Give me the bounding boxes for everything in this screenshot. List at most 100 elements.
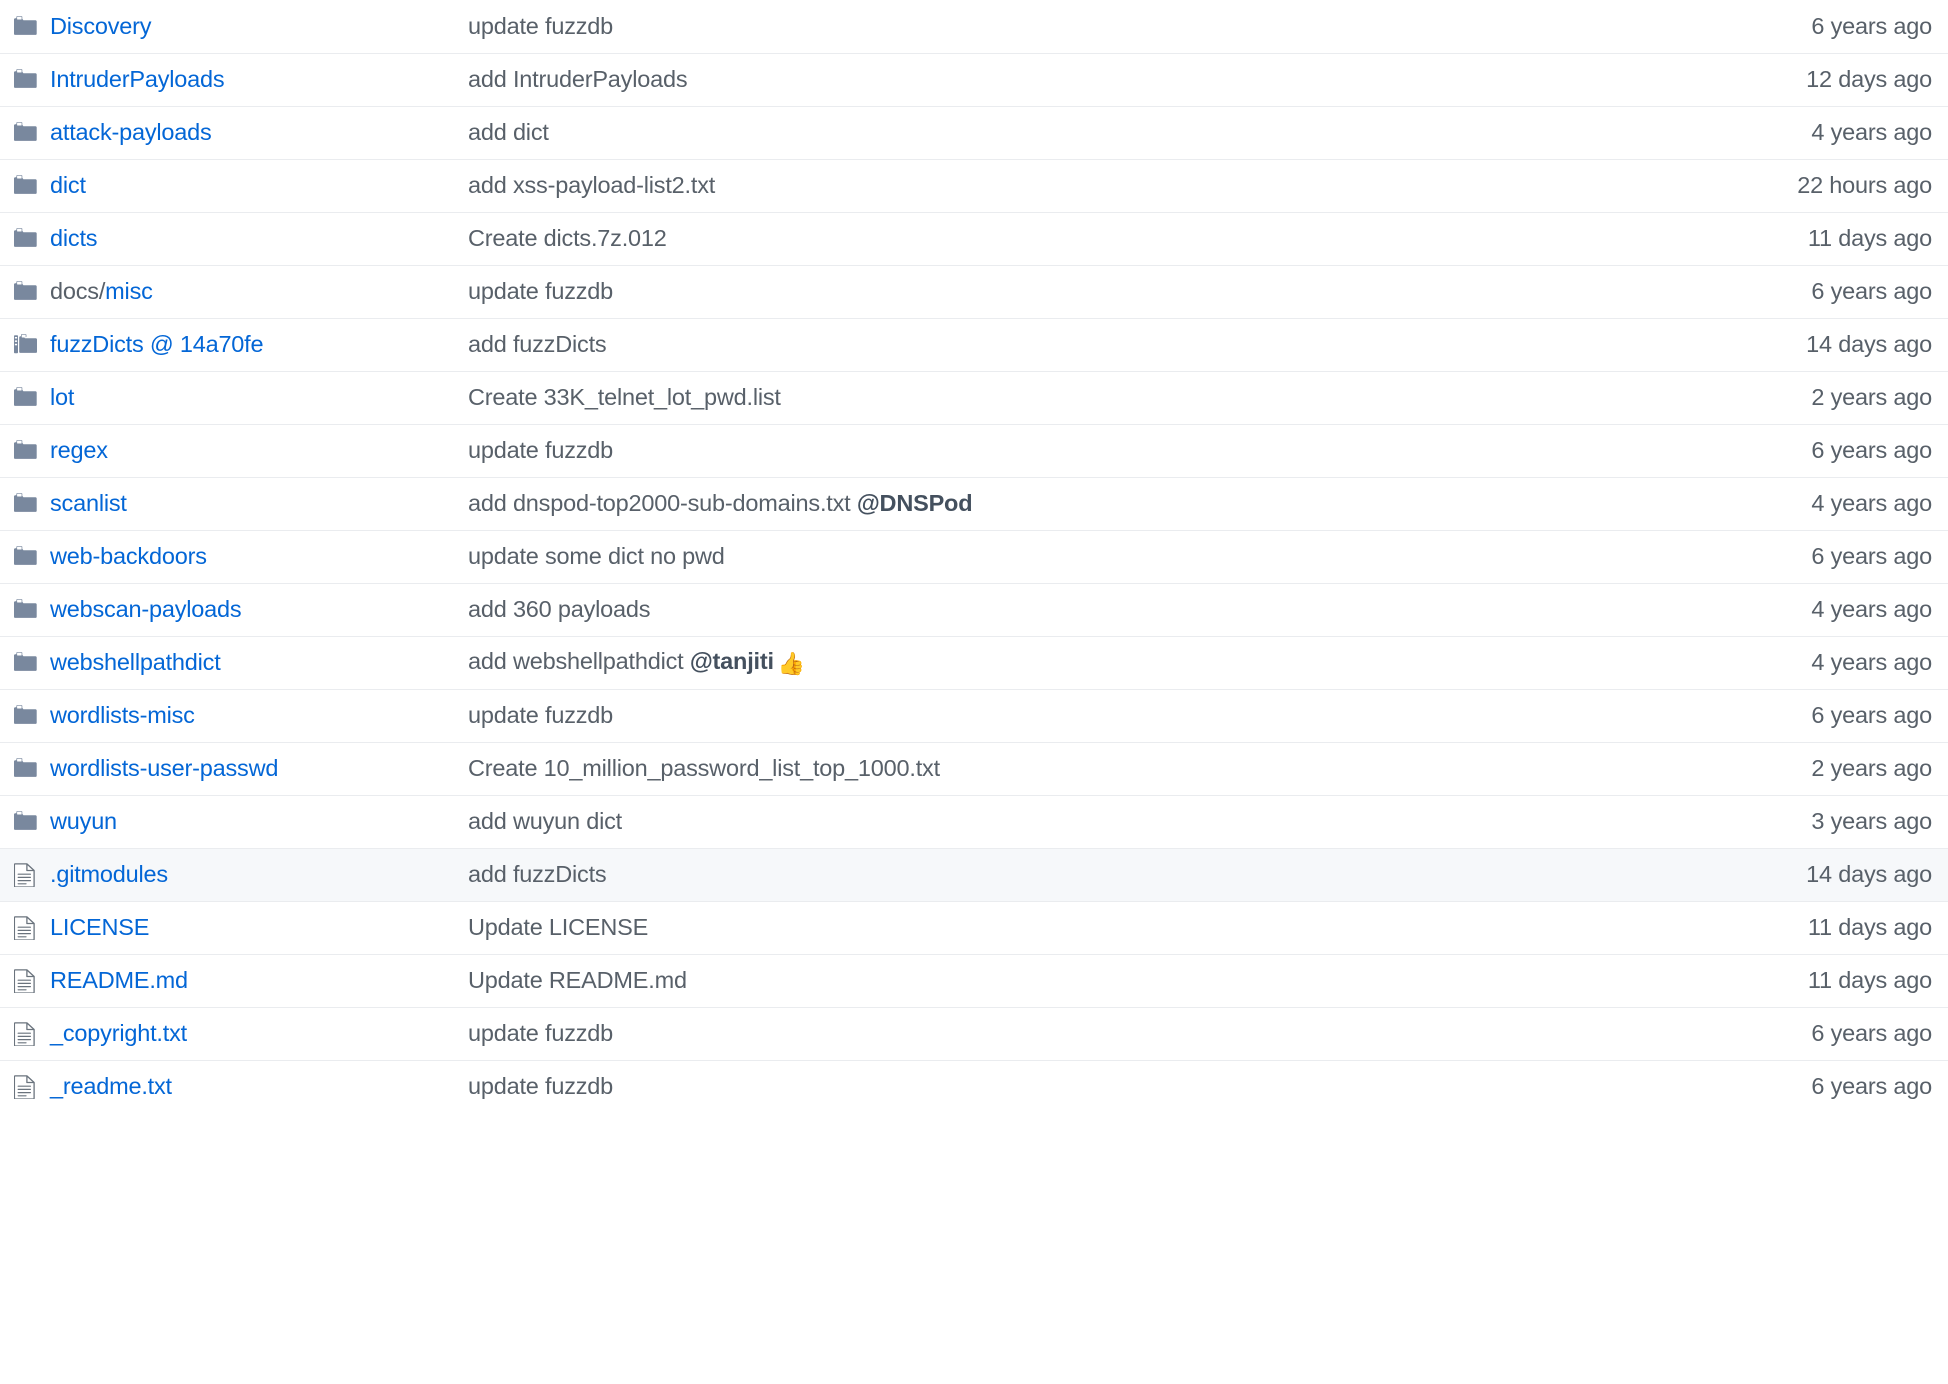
commit-message-text[interactable]: Update README.md [468,967,687,993]
commit-message-text[interactable]: update fuzzdb [468,1020,613,1046]
commit-message-text[interactable]: add 360 payloads [468,596,651,622]
folder-icon [14,492,42,516]
commit-age-cell: 12 days ago [1540,52,1948,106]
file-name-link[interactable]: docs/misc [50,279,153,304]
commit-message-text[interactable]: Update LICENSE [468,914,648,940]
file-name-link[interactable]: fuzzDicts @ 14a70fe [50,332,264,357]
commit-message-text[interactable]: update fuzzdb [468,437,613,463]
file-name-link[interactable]: webshellpathdict [50,650,221,675]
file-name-link[interactable]: wuyun [50,809,117,834]
commit-message-text[interactable]: add webshellpathdict [468,648,690,674]
commit-age-text: 2 years ago [1811,383,1932,410]
commit-message-text[interactable]: Create 10_million_password_list_top_1000… [468,755,940,781]
commit-age-text: 11 days ago [1807,913,1932,940]
commit-message-cell: Create dicts.7z.012 [460,211,1540,265]
file-name-link[interactable]: scanlist [50,491,127,516]
table-row[interactable]: wordlists-misc update fuzzdb 6 years ago [0,688,1948,742]
commit-age-cell: 11 days ago [1540,900,1948,954]
file-name-link[interactable]: wordlists-misc [50,703,195,728]
commit-age-cell: 2 years ago [1540,741,1948,795]
commit-age-cell: 3 years ago [1540,794,1948,848]
commit-age-text: 14 days ago [1806,330,1932,357]
commit-message-text[interactable]: update fuzzdb [468,278,613,304]
table-row[interactable]: attack-payloads add dict 4 years ago [0,105,1948,159]
file-icon [14,915,42,940]
table-row[interactable]: wuyun add wuyun dict 3 years ago [0,794,1948,848]
table-row[interactable]: scanlist add dnspod-top2000-sub-domains.t… [0,476,1948,530]
commit-message-text[interactable]: update fuzzdb [468,702,613,728]
table-row[interactable]: README.md Update README.md 11 days ago [0,953,1948,1007]
commit-message-text[interactable]: update some dict no pwd [468,543,725,569]
commit-message-text[interactable]: add fuzzDicts [468,331,607,357]
table-row[interactable]: _readme.txt update fuzzdb 6 years ago [0,1059,1948,1113]
commit-age-text: 4 years ago [1811,595,1932,622]
commit-age-text: 6 years ago [1811,436,1932,463]
commit-message-cell: update some dict no pwd [460,529,1540,583]
file-name-cell: webscan-payloads [0,582,460,636]
file-name-link[interactable]: lot [50,385,74,410]
table-row[interactable]: webshellpathdict add webshellpathdict @ta… [0,635,1948,689]
file-name-link[interactable]: _readme.txt [50,1074,172,1099]
commit-message-cell: add fuzzDicts [460,317,1540,371]
table-row[interactable]: dict add xss-payload-list2.txt 22 hours ag… [0,158,1948,212]
file-name-link[interactable]: regex [50,438,108,463]
commit-message-cell: add wuyun dict [460,794,1540,848]
file-name-link[interactable]: dict [50,173,86,198]
commit-age-cell: 14 days ago [1540,847,1948,901]
table-row[interactable]: dicts Create dicts.7z.012 11 days ago [0,211,1948,265]
file-name-link[interactable]: wordlists-user-passwd [50,756,278,781]
user-mention[interactable]: @tanjiti [690,648,774,674]
commit-message-text[interactable]: update fuzzdb [468,1073,613,1099]
folder-icon [14,174,42,198]
repository-file-table: Discovery update fuzzdb 6 years ago Intrude… [0,0,1948,1113]
table-row[interactable]: .gitmodules add fuzzDicts 14 days ago [0,847,1948,901]
file-icon [14,1021,42,1046]
file-name-link[interactable]: Discovery [50,14,152,39]
commit-message-text[interactable]: update fuzzdb [468,13,613,39]
table-row[interactable]: docs/misc update fuzzdb 6 years ago [0,264,1948,318]
commit-message-text[interactable]: add IntruderPayloads [468,66,688,92]
file-name-link[interactable]: _copyright.txt [50,1021,187,1046]
table-row[interactable]: webscan-payloads add 360 payloads 4 years … [0,582,1948,636]
file-name-cell: regex [0,423,460,477]
table-row[interactable]: wordlists-user-passwd Create 10_million_p… [0,741,1948,795]
commit-message-text[interactable]: add wuyun dict [468,808,622,834]
table-row[interactable]: regex update fuzzdb 6 years ago [0,423,1948,477]
table-row[interactable]: _copyright.txt update fuzzdb 6 years ago [0,1006,1948,1060]
commit-message-cell: add IntruderPayloads [460,52,1540,106]
commit-message-cell: update fuzzdb [460,0,1540,53]
file-name-link[interactable]: .gitmodules [50,862,168,887]
file-name-cell: dict [0,158,460,212]
commit-message-text[interactable]: Create dicts.7z.012 [468,225,667,251]
file-name-cell: attack-payloads [0,105,460,159]
commit-age-text: 4 years ago [1811,489,1932,516]
file-name-link[interactable]: web-backdoors [50,544,207,569]
commit-message-text[interactable]: add xss-payload-list2.txt [468,172,715,198]
folder-icon [14,810,42,834]
user-mention[interactable]: @DNSPod [857,490,973,516]
table-row[interactable]: web-backdoors update some dict no pwd 6 ye… [0,529,1948,583]
folder-icon [14,386,42,410]
commit-message-text[interactable]: add fuzzDicts [468,861,607,887]
commit-message-text[interactable]: add dnspod-top2000-sub-domains.txt [468,490,857,516]
table-row[interactable]: fuzzDicts @ 14a70fe add fuzzDicts 14 days … [0,317,1948,371]
commit-age-cell: 6 years ago [1540,1006,1948,1060]
commit-message-cell: Update README.md [460,953,1540,1007]
table-row[interactable]: IntruderPayloads add IntruderPayloads 12 d… [0,52,1948,106]
commit-age-text: 4 years ago [1811,118,1932,145]
file-name-link[interactable]: webscan-payloads [50,597,242,622]
commit-age-text: 6 years ago [1811,277,1932,304]
file-name-cell: docs/misc [0,264,460,318]
file-name-link[interactable]: LICENSE [50,915,149,940]
commit-message-text[interactable]: Create 33K_telnet_lot_pwd.list [468,384,781,410]
file-name-link[interactable]: attack-payloads [50,120,212,145]
file-name-link[interactable]: README.md [50,968,188,993]
commit-message-cell: update fuzzdb [460,423,1540,477]
file-name-link[interactable]: IntruderPayloads [50,67,225,92]
table-row[interactable]: Discovery update fuzzdb 6 years ago [0,0,1948,53]
file-name-cell: _readme.txt [0,1059,460,1113]
commit-message-text[interactable]: add dict [468,119,549,145]
table-row[interactable]: LICENSE Update LICENSE 11 days ago [0,900,1948,954]
file-name-link[interactable]: dicts [50,226,98,251]
table-row[interactable]: lot Create 33K_telnet_lot_pwd.list 2 years… [0,370,1948,424]
